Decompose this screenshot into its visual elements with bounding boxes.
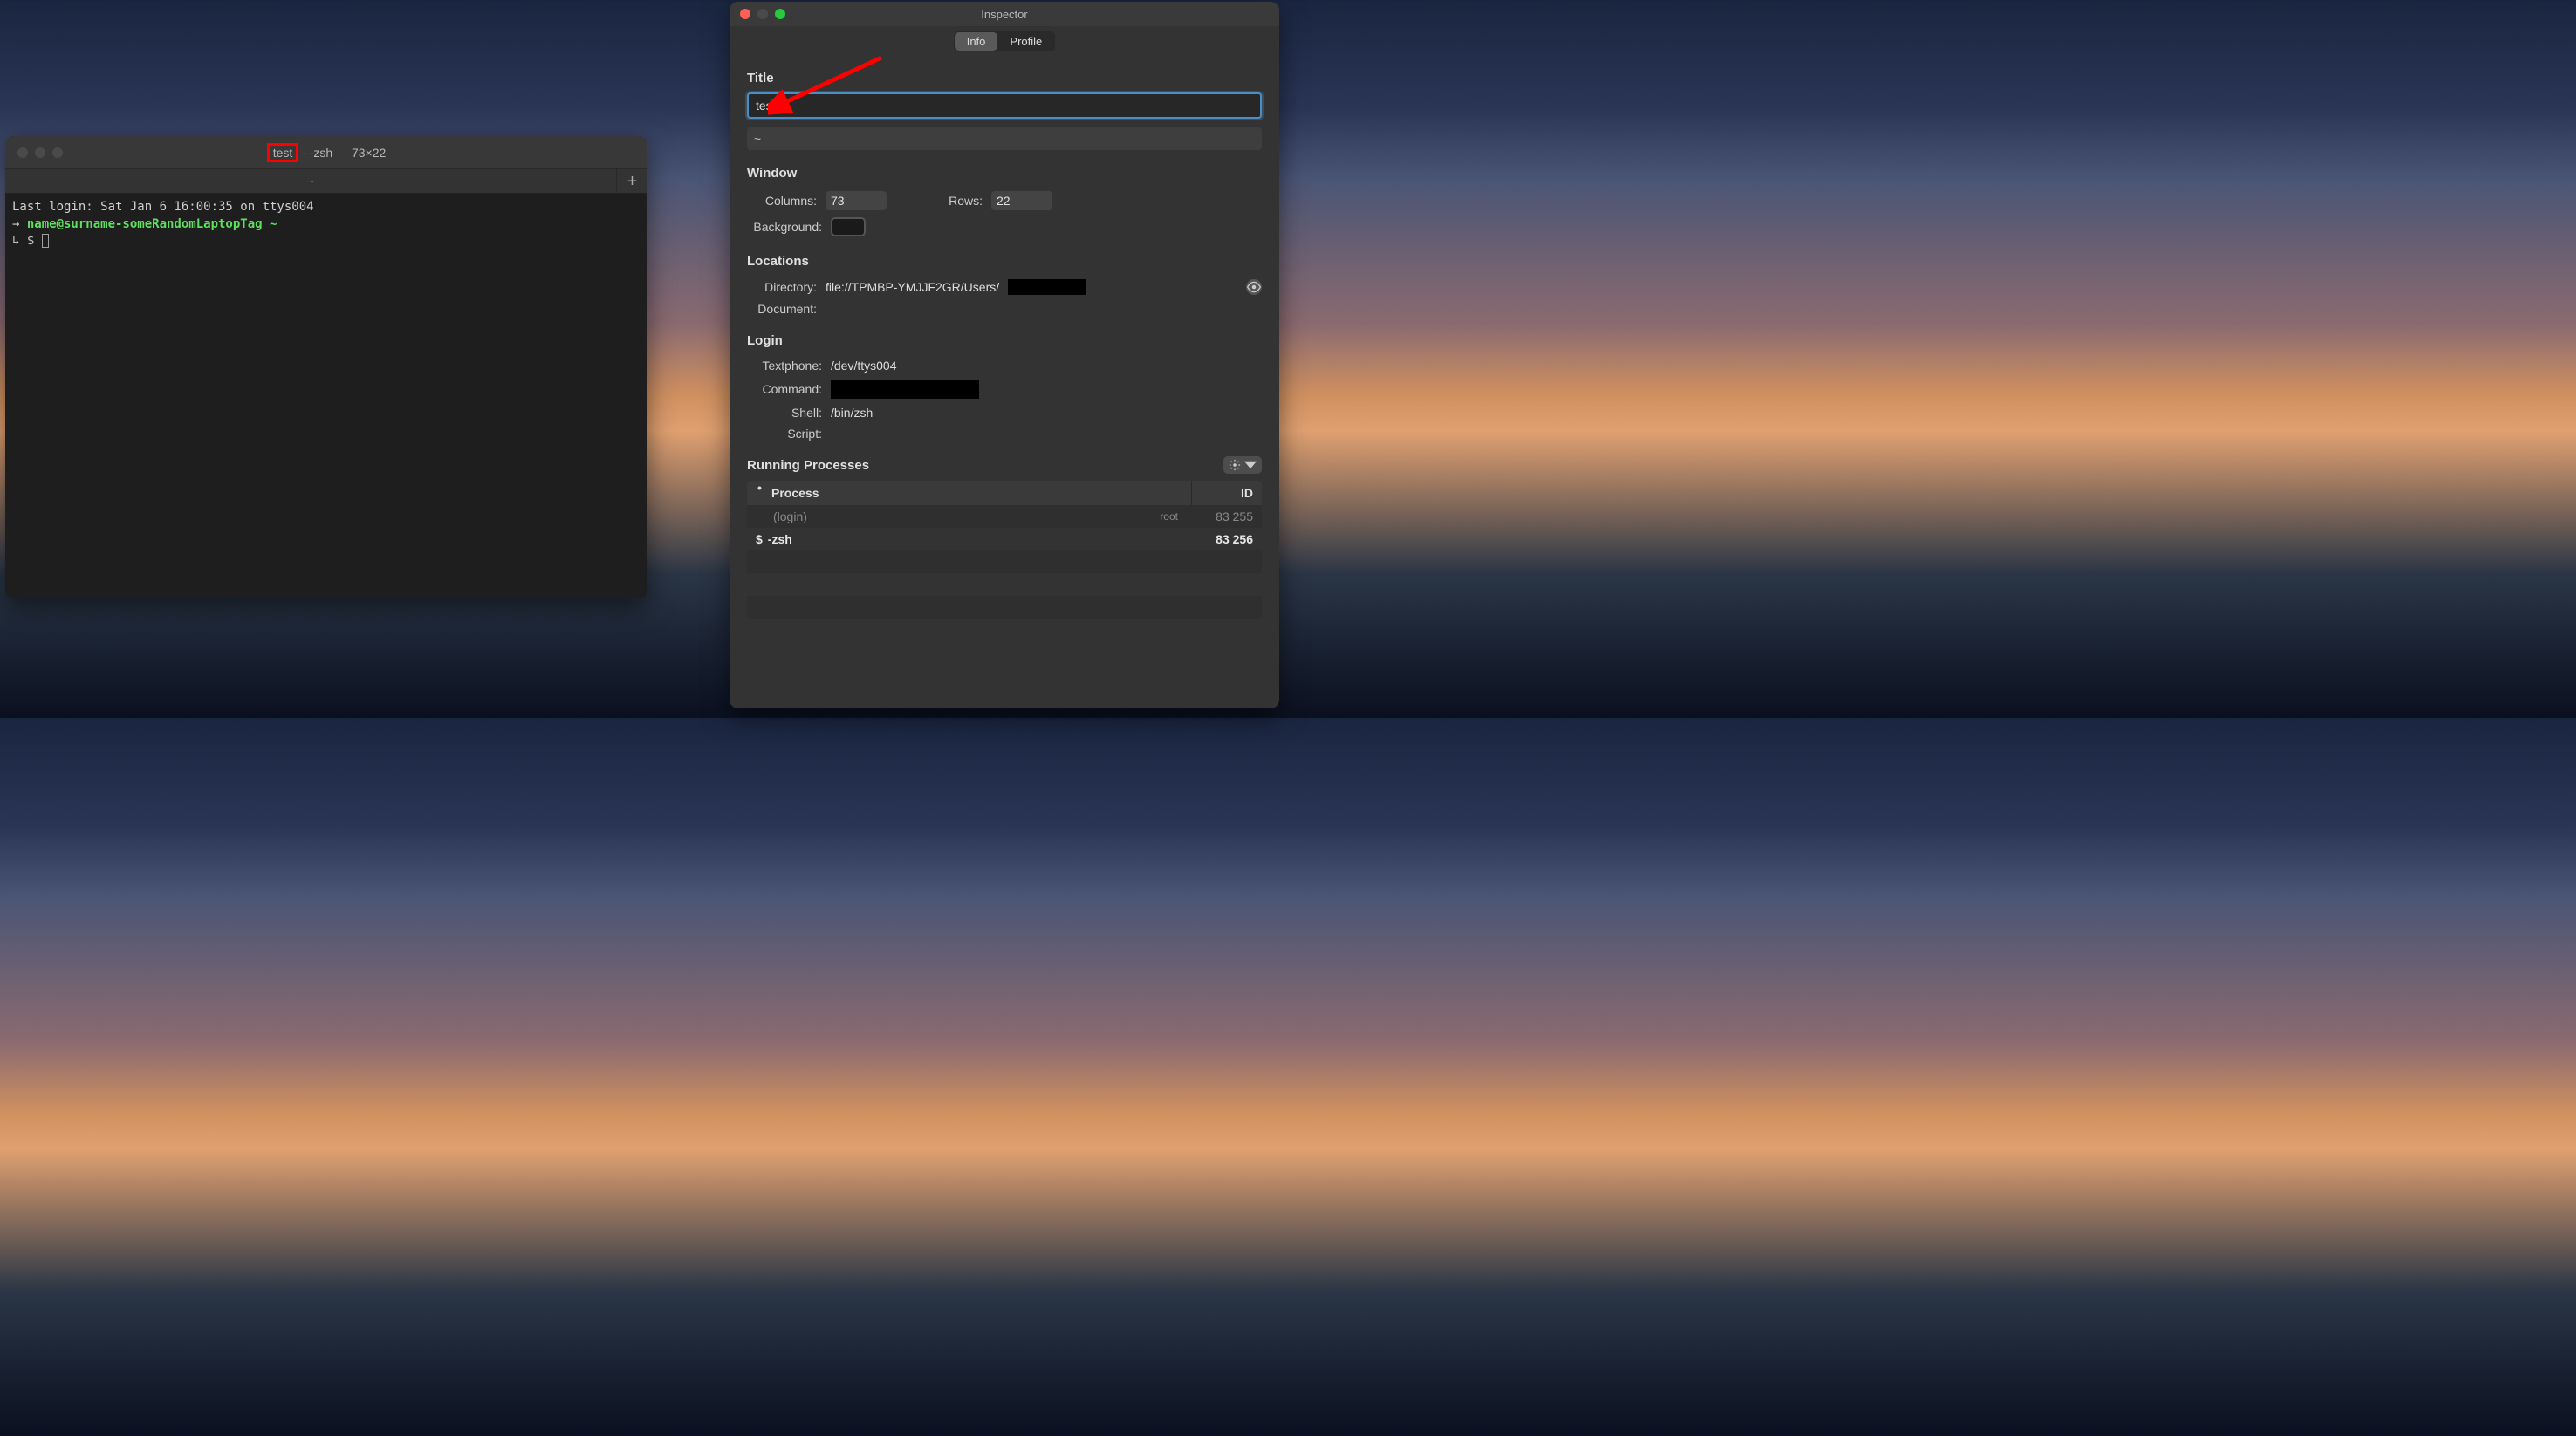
- process-id: 83 255: [1183, 509, 1253, 523]
- columns-input[interactable]: [826, 191, 887, 210]
- terminal-title-highlighted: test: [267, 143, 299, 162]
- process-prefix: $: [756, 532, 763, 546]
- title-section-label: Title: [747, 71, 1262, 85]
- inspector-content: Title ~ Window Columns: Rows: Background…: [730, 60, 1279, 708]
- inspector-titlebar[interactable]: Inspector: [730, 2, 1279, 26]
- directory-value: file://TPMBP-YMJJF2GR/Users/: [826, 280, 999, 294]
- col-id[interactable]: ID: [1192, 481, 1262, 505]
- processes-header: Running Processes: [747, 456, 1262, 474]
- prompt-arrow-icon: →: [12, 217, 27, 231]
- inspector-window: Inspector Info Profile Title ~ Window Co…: [730, 2, 1279, 708]
- col-process[interactable]: Process: [747, 481, 1192, 505]
- title-input[interactable]: [747, 92, 1262, 119]
- rows-label: Rows:: [939, 194, 983, 208]
- table-header: • Process ID: [747, 481, 1262, 505]
- minimize-icon[interactable]: [757, 9, 768, 19]
- terminal-title-rest: - -zsh — 73×22: [302, 146, 386, 160]
- processes-action-menu[interactable]: [1223, 456, 1262, 474]
- shell-row: Shell: /bin/zsh: [747, 402, 1262, 423]
- table-row[interactable]: $ -zsh 83 256: [747, 528, 1262, 550]
- terminal-tabbar: ~ +: [5, 169, 647, 194]
- tab-info[interactable]: Info: [955, 32, 998, 51]
- process-name: -zsh: [768, 532, 792, 546]
- tab-profile[interactable]: Profile: [997, 32, 1054, 51]
- prompt-arrow-icon: ↳: [12, 234, 27, 248]
- window-dimensions-row: Columns: Rows:: [747, 188, 1262, 214]
- add-tab-button[interactable]: +: [616, 169, 647, 194]
- minimize-icon[interactable]: [35, 147, 45, 158]
- title-secondary: ~: [747, 127, 1262, 150]
- terminal-input-line: ↳ $: [12, 233, 641, 250]
- gear-icon: [1229, 459, 1241, 471]
- command-row: Command:: [747, 376, 1262, 402]
- script-row: Script:: [747, 423, 1262, 444]
- redacted-directory: [1008, 279, 1086, 295]
- chevron-down-icon: [1244, 459, 1257, 471]
- terminal-traffic-lights: [5, 147, 63, 158]
- maximize-icon[interactable]: [775, 9, 785, 19]
- process-id: 83 256: [1183, 532, 1253, 546]
- login-section-label: Login: [747, 333, 1262, 348]
- close-icon[interactable]: [740, 9, 750, 19]
- terminal-prompt-path: ~: [270, 217, 277, 231]
- reveal-in-finder-button[interactable]: [1246, 279, 1262, 295]
- terminal-prompt-line: → name@surname-someRandomLaptopTag ~: [12, 216, 641, 234]
- terminal-prompt-symbol: $: [27, 234, 34, 248]
- inspector-tabs: Info Profile: [730, 26, 1279, 60]
- script-label: Script:: [747, 427, 822, 441]
- inspector-traffic-lights: [730, 9, 785, 19]
- inspector-title: Inspector: [730, 8, 1279, 21]
- document-label: Document:: [747, 302, 817, 316]
- terminal-titlebar[interactable]: test - -zsh — 73×22: [5, 136, 647, 169]
- cursor-icon: [42, 234, 49, 248]
- textphone-value: /dev/ttys004: [831, 359, 897, 373]
- window-section-label: Window: [747, 166, 1262, 181]
- processes-section-label: Running Processes: [747, 458, 869, 473]
- process-table: • Process ID (login) root 83 255 $ -zsh …: [747, 481, 1262, 619]
- locations-section-label: Locations: [747, 254, 1262, 269]
- background-row: Background:: [747, 214, 1262, 240]
- background-label: Background:: [747, 220, 822, 234]
- shell-label: Shell:: [747, 406, 822, 420]
- columns-label: Columns:: [747, 194, 817, 208]
- terminal-window: test - -zsh — 73×22 ~ + Last login: Sat …: [5, 136, 647, 598]
- terminal-tab[interactable]: ~: [5, 174, 616, 188]
- shell-value: /bin/zsh: [831, 406, 873, 420]
- background-color-well[interactable]: [831, 217, 866, 236]
- terminal-body[interactable]: Last login: Sat Jan 6 16:00:35 on ttys00…: [5, 194, 647, 598]
- table-row: [747, 596, 1262, 619]
- table-row: [747, 550, 1262, 573]
- process-name: (login): [773, 509, 807, 523]
- terminal-last-login: Last login: Sat Jan 6 16:00:35 on ttys00…: [12, 199, 641, 216]
- textphone-row: Textphone: /dev/ttys004: [747, 355, 1262, 376]
- table-row: [747, 573, 1262, 596]
- document-row: Document:: [747, 298, 1262, 319]
- terminal-prompt-user: name@surname-someRandomLaptopTag: [27, 217, 263, 231]
- directory-label: Directory:: [747, 280, 817, 294]
- bullet-icon: •: [757, 481, 762, 495]
- close-icon[interactable]: [17, 147, 28, 158]
- reveal-icon: [1246, 279, 1262, 295]
- process-owner: root: [1160, 510, 1178, 523]
- terminal-title: test - -zsh — 73×22: [5, 143, 647, 162]
- tab-switcher: Info Profile: [954, 31, 1056, 51]
- directory-row: Directory: file://TPMBP-YMJJF2GR/Users/: [747, 276, 1262, 298]
- rows-input[interactable]: [991, 191, 1052, 210]
- table-row[interactable]: (login) root 83 255: [747, 505, 1262, 528]
- textphone-label: Textphone:: [747, 359, 822, 373]
- maximize-icon[interactable]: [52, 147, 63, 158]
- command-label: Command:: [747, 382, 822, 396]
- redacted-command: [831, 380, 979, 399]
